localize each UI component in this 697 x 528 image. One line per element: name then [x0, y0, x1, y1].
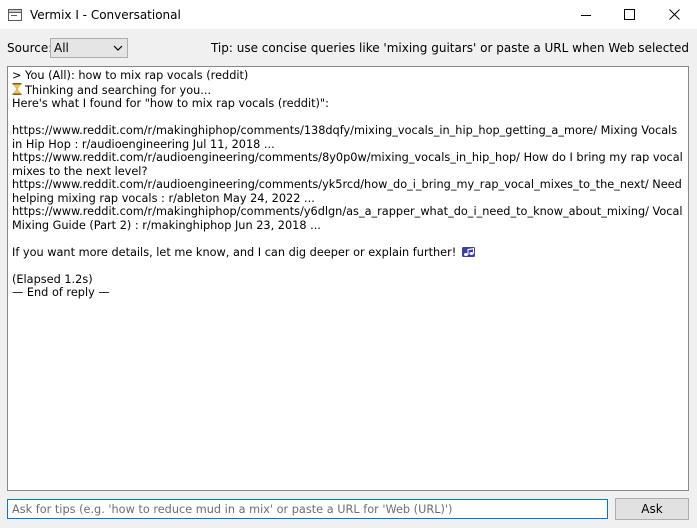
conversation-log[interactable]: > You (All): how to mix rap vocals (redd…	[7, 66, 689, 491]
tip-text: Tip: use concise queries like 'mixing gu…	[210, 41, 689, 55]
title-bar[interactable]: Vermix I - Conversational	[0, 0, 697, 29]
app-icon	[7, 7, 23, 23]
window-title: Vermix I - Conversational	[30, 7, 181, 22]
minimize-icon	[581, 14, 591, 16]
maximize-button[interactable]	[606, 0, 652, 29]
elapsed-line: (Elapsed 1.2s)	[12, 272, 93, 286]
ask-button[interactable]: Ask	[615, 498, 689, 520]
close-button[interactable]	[651, 0, 697, 29]
search-results: https://www.reddit.com/r/makinghiphop/co…	[12, 124, 687, 232]
source-label: Source:	[7, 41, 53, 55]
maximize-icon	[623, 9, 635, 20]
hourglass-icon	[12, 82, 22, 95]
minimize-button[interactable]	[563, 0, 609, 29]
user-query-line: > You (All): how to mix rap vocals (redd…	[12, 69, 249, 82]
ask-input[interactable]	[7, 499, 608, 519]
thinking-line: Thinking and searching for you...	[12, 82, 684, 98]
thinking-text: Thinking and searching for you...	[25, 83, 212, 97]
followup-text: If you want more details, let me know, a…	[12, 245, 457, 259]
chevron-down-icon	[113, 45, 123, 51]
source-selected-value: All	[54, 41, 69, 55]
close-icon	[668, 9, 680, 20]
followup-line: If you want more details, let me know, a…	[12, 246, 684, 260]
source-dropdown[interactable]: All	[50, 38, 128, 58]
results-heading: Here's what I found for "how to mix rap …	[12, 97, 329, 110]
music-notes-icon	[461, 246, 475, 257]
end-of-reply-line: — End of reply —	[12, 286, 110, 299]
toolbar: Source: All Tip: use concise queries lik…	[0, 36, 697, 60]
